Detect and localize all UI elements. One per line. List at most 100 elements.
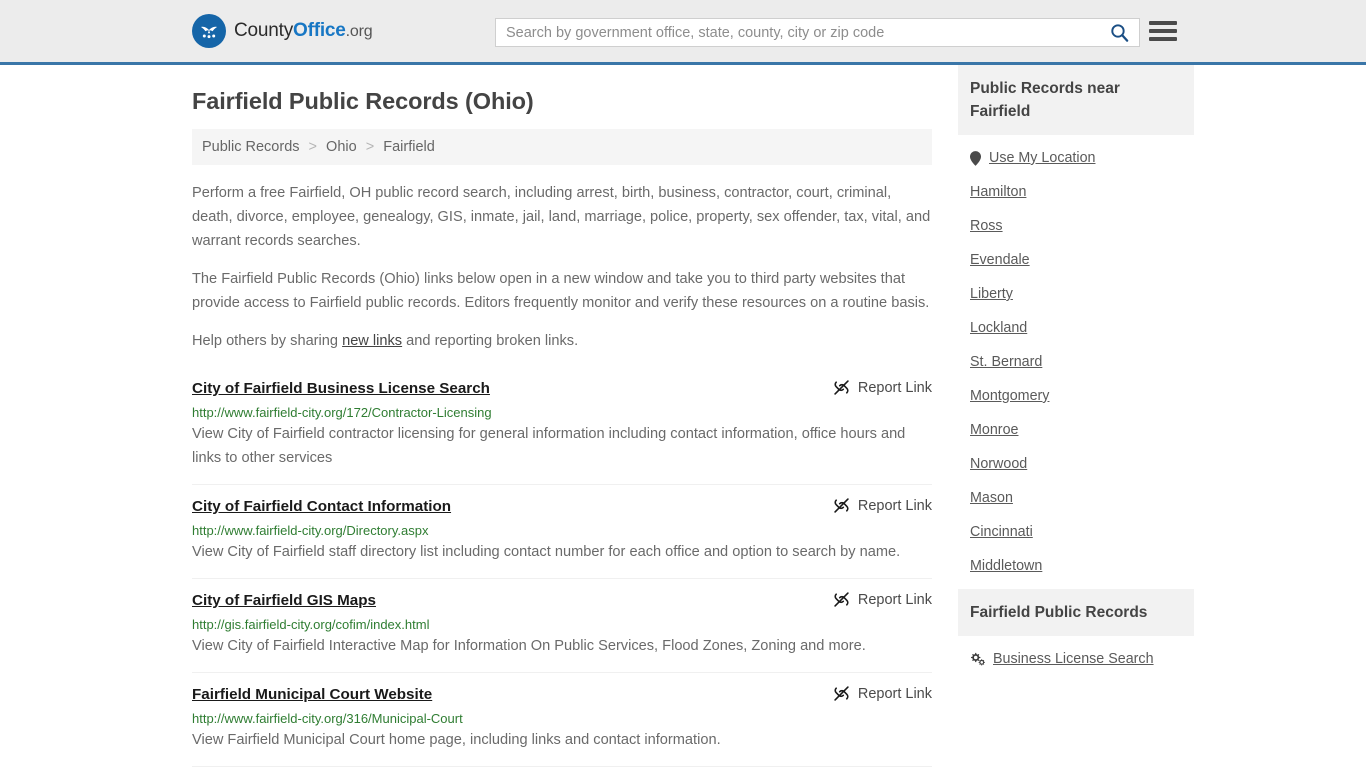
result-title-link[interactable]: City of Fairfield Business License Searc… [192, 379, 490, 399]
nearby-city-item[interactable]: St. Bernard [958, 345, 1194, 379]
nearby-city-item[interactable]: Hamilton [958, 175, 1194, 209]
intro-text: Perform a free Fairfield, OH public reco… [192, 181, 932, 353]
result-url[interactable]: http://gis.fairfield-city.org/cofim/inde… [192, 617, 932, 633]
nearby-city-item[interactable]: Middletown [958, 549, 1194, 583]
sidebar: Public Records near Fairfield Use My Loc… [958, 65, 1194, 767]
search-icon [1110, 24, 1128, 42]
nearby-city-item[interactable]: Monroe [958, 413, 1194, 447]
countyoffice-logo-icon [192, 14, 226, 48]
nearby-city-item[interactable]: Ross [958, 209, 1194, 243]
breadcrumb-separator: > [365, 139, 375, 155]
report-link-label: Report Link [857, 497, 932, 514]
result-header: City of Fairfield GIS Maps Report Link [192, 591, 932, 611]
brand-part-tld: .org [345, 23, 373, 40]
nearby-city-link[interactable]: Middletown [970, 558, 1042, 574]
site-logo[interactable]: CountyOffice.org [192, 14, 373, 48]
intro-paragraph-3: Help others by sharing new links and rep… [192, 329, 932, 353]
cogs-icon [971, 652, 985, 666]
report-link-button[interactable]: Report Link [833, 379, 932, 396]
result-header: City of Fairfield Contact Information Re… [192, 497, 932, 517]
sidebar-heading-records: Fairfield Public Records [958, 589, 1194, 636]
menu-bar-3 [1149, 37, 1177, 41]
result-title-link[interactable]: Fairfield Municipal Court Website [192, 685, 432, 705]
report-link-label: Report Link [857, 591, 932, 608]
nearby-city-item[interactable]: Cincinnati [958, 515, 1194, 549]
report-link-button[interactable]: Report Link [833, 685, 932, 702]
nearby-city-link[interactable]: Mason [970, 490, 1013, 506]
site-header: CountyOffice.org [0, 0, 1366, 65]
record-link[interactable]: Business License Search [993, 651, 1154, 667]
nearby-city-link[interactable]: Liberty [970, 286, 1013, 302]
nearby-city-item[interactable]: Montgomery [958, 379, 1194, 413]
results-list: City of Fairfield Business License Searc… [192, 367, 932, 767]
nearby-cities-list: Use My Location Hamilton Ross Evendale Libe… [958, 135, 1194, 583]
nearby-city-item[interactable]: Norwood [958, 447, 1194, 481]
breadcrumb-item-public-records[interactable]: Public Records [202, 139, 300, 155]
broken-link-icon [834, 380, 849, 395]
result-url[interactable]: http://www.fairfield-city.org/Directory.… [192, 523, 932, 539]
map-pin-icon [970, 150, 981, 166]
report-link-button[interactable]: Report Link [833, 591, 932, 608]
result-title-link[interactable]: City of Fairfield Contact Information [192, 497, 451, 517]
intro-p3-after: and reporting broken links. [402, 333, 579, 349]
nearby-city-link[interactable]: Hamilton [970, 184, 1026, 200]
nearby-city-link[interactable]: Ross [970, 218, 1003, 234]
intro-paragraph-1: Perform a free Fairfield, OH public reco… [192, 185, 931, 249]
nearby-city-item[interactable]: Lockland [958, 311, 1194, 345]
page-title: Fairfield Public Records (Ohio) [192, 88, 534, 114]
public-records-near-card: Public Records near Fairfield Use My Loc… [958, 65, 1194, 583]
nearby-city-link[interactable]: Cincinnati [970, 524, 1033, 540]
nearby-city-link[interactable]: Norwood [970, 456, 1027, 472]
breadcrumb-separator: > [308, 139, 318, 155]
brand-wordmark: CountyOffice.org [234, 20, 373, 42]
broken-link-icon [834, 686, 849, 701]
nearby-city-link[interactable]: Evendale [970, 252, 1030, 268]
search-bar [495, 18, 1140, 47]
menu-bar-1 [1149, 21, 1177, 25]
result-description: View City of Fairfield contractor licens… [192, 426, 906, 466]
result-item: City of Fairfield Business License Searc… [192, 367, 932, 485]
intro-paragraph-2: The Fairfield Public Records (Ohio) link… [192, 271, 930, 311]
report-link-label: Report Link [857, 685, 932, 702]
search-input[interactable] [496, 24, 1099, 41]
result-description: View Fairfield Municipal Court home page… [192, 732, 721, 748]
use-my-location-link[interactable]: Use My Location [989, 150, 1095, 166]
result-header: City of Fairfield Business License Searc… [192, 379, 932, 399]
nearby-city-item[interactable]: Evendale [958, 243, 1194, 277]
main-column: Fairfield Public Records (Ohio) Public R… [192, 65, 932, 767]
new-links-link[interactable]: new links [342, 333, 402, 349]
broken-link-icon [834, 498, 849, 513]
breadcrumb: Public Records > Ohio > Fairfield [192, 129, 932, 165]
hamburger-menu-icon[interactable] [1149, 19, 1177, 43]
breadcrumb-item-ohio[interactable]: Ohio [326, 139, 357, 155]
result-url[interactable]: http://www.fairfield-city.org/172/Contra… [192, 405, 932, 421]
search-button[interactable] [1099, 19, 1139, 46]
brand-part-county: County [234, 20, 294, 41]
page-body: Fairfield Public Records (Ohio) Public R… [0, 65, 1366, 767]
use-my-location-item[interactable]: Use My Location [958, 141, 1194, 175]
brand-part-office: Office [293, 20, 346, 41]
result-item: City of Fairfield Contact Information Re… [192, 485, 932, 579]
result-description: View City of Fairfield Interactive Map f… [192, 638, 866, 654]
broken-link-icon [834, 592, 849, 607]
record-link-item[interactable]: Business License Search [958, 642, 1194, 676]
records-links-list: Business License Search [958, 636, 1194, 676]
nearby-city-link[interactable]: Monroe [970, 422, 1018, 438]
report-link-button[interactable]: Report Link [833, 497, 932, 514]
result-title-link[interactable]: City of Fairfield GIS Maps [192, 591, 376, 611]
nearby-city-link[interactable]: Lockland [970, 320, 1027, 336]
result-description: View City of Fairfield staff directory l… [192, 544, 901, 560]
intro-p3-before: Help others by sharing [192, 333, 343, 349]
nearby-city-item[interactable]: Liberty [958, 277, 1194, 311]
sidebar-heading-near: Public Records near Fairfield [958, 65, 1194, 135]
nearby-city-link[interactable]: St. Bernard [970, 354, 1042, 370]
result-header: Fairfield Municipal Court Website Report… [192, 685, 932, 705]
breadcrumb-item-fairfield[interactable]: Fairfield [383, 139, 435, 155]
menu-bar-2 [1149, 29, 1177, 33]
result-url[interactable]: http://www.fairfield-city.org/316/Munici… [192, 711, 932, 727]
nearby-city-item[interactable]: Mason [958, 481, 1194, 515]
report-link-label: Report Link [857, 379, 932, 396]
nearby-city-link[interactable]: Montgomery [970, 388, 1049, 404]
result-item: City of Fairfield GIS Maps Report Link ht… [192, 579, 932, 673]
result-item: Fairfield Municipal Court Website Report… [192, 673, 932, 767]
